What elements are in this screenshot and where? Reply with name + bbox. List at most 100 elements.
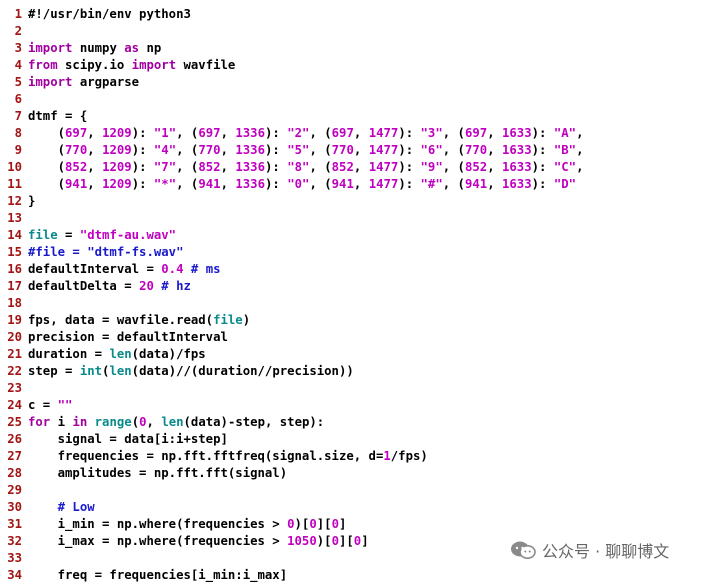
code-token: 941	[331, 177, 354, 191]
code-token: c =	[28, 398, 58, 412]
code-token: ""	[57, 398, 73, 412]
code-token: ,	[353, 126, 369, 140]
code-line[interactable]: 33	[0, 550, 28, 567]
code-line[interactable]: 34 freq = frequencies[i_min:i_max]	[0, 567, 287, 584]
line-number: 5	[14, 75, 22, 89]
line-number: 26	[7, 432, 22, 446]
code-line[interactable]: 27 frequencies = np.fft.fftfreq(signal.s…	[0, 448, 428, 465]
code-token: 0.4	[161, 262, 184, 276]
code-token: import	[131, 58, 177, 72]
line-number: 31	[7, 517, 22, 531]
code-token: (	[28, 177, 66, 191]
code-line[interactable]: 15 #file = "dtmf-fs.wav"	[0, 244, 183, 261]
code-token: 852	[331, 160, 354, 174]
code-line[interactable]: 2	[0, 23, 28, 40]
code-token: "B"	[553, 143, 577, 157]
code-token: scipy.io	[57, 58, 132, 72]
code-token: "dtmf-au.wav"	[79, 228, 177, 242]
code-line[interactable]: 13	[0, 210, 28, 227]
code-line[interactable]: 20 precision = defaultInterval	[0, 329, 228, 346]
code-token: ):	[131, 143, 154, 157]
code-line[interactable]: 11 (941, 1209): "*", (941, 1336): "0", (…	[0, 176, 576, 193]
code-line[interactable]: 8 (697, 1209): "1", (697, 1336): "2", (6…	[0, 125, 584, 142]
code-token: ):	[398, 126, 421, 140]
code-line[interactable]: 12}	[0, 193, 35, 210]
code-line[interactable]: 19 fps, data = wavfile.read(file)	[0, 312, 250, 329]
code-token: ,	[87, 143, 103, 157]
code-token: 1477	[368, 143, 399, 157]
code-token: "D"	[553, 177, 577, 191]
code-token: signal = data[i:i+step]	[28, 432, 228, 446]
code-text: file = "dtmf-au.wav"	[28, 228, 176, 242]
code-token: 941	[198, 177, 221, 191]
code-line[interactable]: 4 from scipy.io import wavfile	[0, 57, 236, 74]
code-token: as	[124, 41, 140, 55]
code-line[interactable]: 22 step = int(len(data)//(duration//preci…	[0, 363, 354, 380]
code-line[interactable]: 14 file = "dtmf-au.wav"	[0, 227, 176, 244]
watermark: 公众号 · 聊聊博文	[506, 538, 674, 562]
code-line[interactable]: 24 c = ""	[0, 397, 72, 414]
code-token: )[	[294, 517, 310, 531]
code-token: 852	[65, 160, 88, 174]
code-line[interactable]: 25 for i in range(0, len(data)-step, step…	[0, 414, 324, 431]
code-token: 1477	[368, 177, 399, 191]
code-line[interactable]: 31 i_min = np.where(frequencies > 0)[0][…	[0, 516, 346, 533]
code-text: import numpy as np	[28, 41, 161, 55]
code-token: fps, data = wavfile.read(	[28, 313, 214, 327]
code-line[interactable]: 1 #!/usr/bin/env python3	[0, 6, 191, 23]
code-token: "7"	[153, 160, 177, 174]
code-text: # Low	[28, 500, 95, 514]
code-token: 770	[65, 143, 88, 157]
code-line[interactable]: 23	[0, 380, 28, 397]
code-text: i_min = np.where(frequencies > 0)[0][0]	[28, 517, 347, 531]
code-token: ,	[87, 177, 103, 191]
code-token: 0	[331, 517, 339, 531]
code-text: frequencies = np.fft.fftfreq(signal.size…	[28, 449, 428, 463]
code-token: 1477	[368, 160, 399, 174]
line-number: 6	[14, 92, 22, 106]
code-token: 0	[309, 517, 317, 531]
code-line[interactable]: 7 dtmf = {	[0, 108, 88, 125]
code-token: (data)/fps	[131, 347, 206, 361]
code-token: "*"	[153, 177, 177, 191]
code-token: in	[72, 415, 88, 429]
code-line[interactable]: 29	[0, 482, 28, 499]
code-line[interactable]: 28 amplitudes = np.fft.fft(signal)	[0, 465, 287, 482]
code-token: ):	[131, 160, 154, 174]
code-line[interactable]: 3 import numpy as np	[0, 40, 162, 57]
code-token: "4"	[153, 143, 177, 157]
line-number: 13	[7, 211, 22, 225]
line-number: 10	[7, 160, 22, 174]
code-token: ):	[398, 143, 421, 157]
code-line[interactable]: 32 i_max = np.where(frequencies > 1050)[…	[0, 533, 369, 550]
code-text: defaultDelta = 20 # hz	[28, 279, 191, 293]
code-token: 1336	[235, 143, 265, 157]
code-token: # Low	[57, 500, 95, 514]
code-token: wavfile	[176, 58, 236, 72]
code-token: (data)-step, step):	[183, 415, 325, 429]
code-token: "8"	[287, 160, 310, 174]
code-line[interactable]: 18	[0, 295, 28, 312]
code-line[interactable]: 6	[0, 91, 28, 108]
code-token: 0	[139, 415, 147, 429]
code-line[interactable]: 9 (770, 1209): "4", (770, 1336): "5", (7…	[0, 142, 584, 159]
code-token: amplitudes = np.fft.fft(signal)	[28, 466, 288, 480]
code-token: ]	[361, 534, 369, 548]
code-line[interactable]: 26 signal = data[i:i+step]	[0, 431, 228, 448]
code-line[interactable]: 17 defaultDelta = 20 # hz	[0, 278, 191, 295]
code-token: ,	[353, 177, 369, 191]
code-token: (	[28, 160, 66, 174]
code-token: 852	[464, 160, 488, 174]
code-editor[interactable]: 1 #!/usr/bin/env python3 2 3 import numpy as…	[0, 0, 727, 582]
code-line[interactable]: 10 (852, 1209): "7", (852, 1336): "8", (…	[0, 159, 583, 176]
code-token: , (	[442, 160, 465, 174]
code-token: ,	[220, 143, 236, 157]
code-line[interactable]: 30 # Low	[0, 499, 95, 516]
code-text: precision = defaultInterval	[28, 330, 228, 344]
code-line[interactable]: 16 defaultInterval = 0.4 # ms	[0, 261, 220, 278]
code-line[interactable]: 21 duration = len(data)/fps	[0, 346, 206, 363]
line-number: 33	[7, 551, 22, 565]
code-line[interactable]: 5 import argparse	[0, 74, 139, 91]
code-token: len	[109, 347, 132, 361]
code-token: 1209	[102, 143, 132, 157]
